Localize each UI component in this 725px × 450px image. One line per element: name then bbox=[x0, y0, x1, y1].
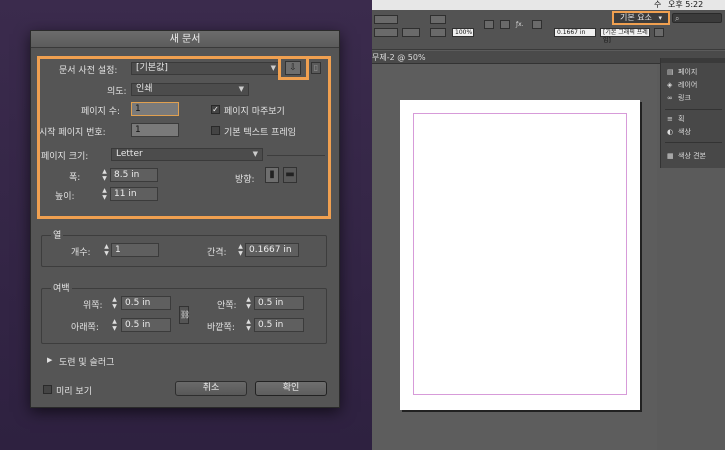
link-icon: ∞ bbox=[667, 94, 673, 102]
search-icon: ⌕ bbox=[675, 14, 680, 23]
panel-divider bbox=[665, 109, 722, 110]
workspace-switcher[interactable]: 기본 요소 ▾ bbox=[612, 11, 670, 25]
highlight-box bbox=[37, 56, 331, 219]
indesign-window: 수 오후 5:22 100% ƒx. 0.1667 in [기본 그래픽 프레임… bbox=[372, 0, 725, 450]
bottom-margin-stepper[interactable]: ▲ ▼ bbox=[111, 318, 118, 332]
fill-swatch[interactable] bbox=[430, 15, 446, 24]
gutter-stepper[interactable]: ▲ ▼ bbox=[237, 243, 244, 257]
panel-item-pages[interactable]: ▤ 페이지 bbox=[667, 67, 697, 77]
inside-margin-stepper[interactable]: ▲ ▼ bbox=[245, 296, 252, 310]
highlight-box bbox=[278, 56, 309, 80]
outside-margin-label: 바깥쪽: bbox=[207, 323, 235, 333]
stroke-color-field[interactable] bbox=[374, 28, 398, 37]
column-count-label: 개수: bbox=[71, 248, 91, 258]
gutter-input[interactable]: 0.1667 in bbox=[245, 243, 299, 257]
top-margin-input[interactable]: 0.5 in bbox=[121, 296, 171, 310]
inside-margin-input[interactable]: 0.5 in bbox=[254, 296, 304, 310]
align-button[interactable] bbox=[484, 20, 494, 29]
clock-text: 오후 5:22 bbox=[668, 0, 704, 9]
preview-checkbox[interactable] bbox=[43, 385, 52, 394]
panel-item-label: 획 bbox=[678, 115, 685, 123]
ok-button[interactable]: 확인 bbox=[255, 381, 327, 396]
panel-item-label: 링크 bbox=[678, 94, 691, 102]
margin-guide bbox=[413, 113, 627, 395]
panel-item-layers[interactable]: ◈ 레이어 bbox=[667, 80, 697, 90]
effects-icon[interactable]: ƒx. bbox=[516, 20, 524, 29]
document-page[interactable] bbox=[400, 100, 640, 410]
margins-group-title: 여백 bbox=[51, 281, 72, 294]
panel-divider bbox=[665, 142, 722, 143]
disclosure-triangle-icon[interactable]: ▶ bbox=[47, 356, 52, 364]
bottom-margin-label: 아래쪽: bbox=[71, 323, 99, 333]
side-panel-dock: ▤ 페이지 ◈ 레이어 ∞ 링크 ≡ 획 ◐ 색상 ▦ 색상 견본 bbox=[660, 58, 725, 168]
workspace-label: 기본 요소 bbox=[620, 13, 652, 22]
panel-item-label: 레이어 bbox=[678, 81, 698, 89]
stroke-type-field[interactable] bbox=[402, 28, 420, 37]
chain-link-icon[interactable]: ⛓ bbox=[179, 306, 190, 324]
gutter-label: 간격: bbox=[207, 248, 227, 258]
bleed-slug-label[interactable]: 도련 및 슬러그 bbox=[59, 355, 114, 368]
column-count-input[interactable]: 1 bbox=[111, 243, 159, 257]
columns-group-title: 열 bbox=[51, 228, 64, 241]
panel-item-stroke[interactable]: ≡ 획 bbox=[667, 114, 684, 124]
align-button[interactable] bbox=[500, 20, 510, 29]
document-canvas[interactable] bbox=[372, 64, 657, 450]
panel-item-links[interactable]: ∞ 링크 bbox=[667, 93, 691, 103]
zoom-field[interactable]: 100% bbox=[452, 28, 474, 37]
column-count-stepper[interactable]: ▲ ▼ bbox=[103, 243, 110, 257]
panel-item-color[interactable]: ◐ 색상 bbox=[667, 127, 691, 137]
color-icon: ◐ bbox=[667, 128, 674, 136]
bottom-margin-input[interactable]: 0.5 in bbox=[121, 318, 171, 332]
stroke-weight-field[interactable] bbox=[374, 15, 398, 24]
layers-icon: ◈ bbox=[667, 81, 673, 89]
stroke-swatch[interactable] bbox=[430, 28, 446, 37]
stroke-field[interactable]: 0.1667 in bbox=[554, 28, 596, 37]
top-margin-label: 위쪽: bbox=[83, 301, 103, 311]
panel-item-label: 색상 견본 bbox=[678, 152, 706, 160]
style-button[interactable] bbox=[654, 28, 664, 37]
search-input[interactable]: ⌕ bbox=[672, 13, 722, 23]
panel-item-label: 페이지 bbox=[678, 68, 698, 76]
panel-item-label: 색상 bbox=[678, 128, 691, 136]
frame-fitting-button[interactable] bbox=[532, 20, 542, 29]
panel-item-swatches[interactable]: ▦ 색상 견본 bbox=[667, 151, 706, 161]
preview-label: 미리 보기 bbox=[56, 387, 92, 397]
object-style-field[interactable]: [기본 그래픽 프레임] bbox=[600, 28, 650, 44]
chevron-down-icon: ▾ bbox=[658, 14, 663, 22]
inside-margin-label: 안쪽: bbox=[217, 301, 237, 311]
top-margin-stepper[interactable]: ▲ ▼ bbox=[111, 296, 118, 310]
dialog-title: 새 문서 bbox=[31, 31, 339, 48]
swatches-icon: ▦ bbox=[667, 152, 674, 160]
outside-margin-stepper[interactable]: ▲ ▼ bbox=[245, 318, 252, 332]
panel-header[interactable] bbox=[661, 58, 725, 63]
stroke-icon: ≡ bbox=[667, 115, 673, 123]
outside-margin-input[interactable]: 0.5 in bbox=[254, 318, 304, 332]
menu-bar: 수 오후 5:22 bbox=[372, 0, 725, 10]
pages-icon: ▤ bbox=[667, 68, 674, 76]
document-tab-label: 무제-2 @ 50% bbox=[372, 53, 426, 62]
new-document-dialog: 새 문서 문서 사전 설정: [기본값] ▼ ⇩ ▯ 의도: 인쇄 ▼ 페이지 … bbox=[30, 30, 340, 408]
menubar-item[interactable]: 수 bbox=[654, 0, 661, 10]
cancel-button[interactable]: 취소 bbox=[175, 381, 247, 396]
